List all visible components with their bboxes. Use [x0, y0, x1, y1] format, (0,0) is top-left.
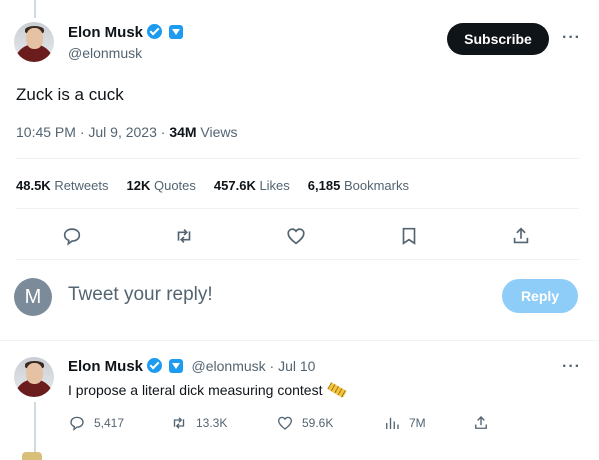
- divider: [16, 158, 579, 159]
- views-label: Views: [196, 124, 238, 140]
- ruler-emoji-icon: [327, 382, 348, 398]
- divider: [16, 208, 579, 209]
- divider: [0, 340, 599, 341]
- reply-stat-replies[interactable]: 5,417: [68, 414, 124, 432]
- reply-more-options-icon[interactable]: ···: [562, 358, 581, 376]
- stat-retweets[interactable]: 48.5K Retweets: [16, 178, 109, 193]
- author-handle[interactable]: @elonmusk: [68, 45, 142, 61]
- affiliate-badge-icon[interactable]: [169, 359, 184, 373]
- subscribe-button[interactable]: Subscribe: [447, 23, 549, 55]
- affiliate-badge-icon[interactable]: [169, 25, 184, 39]
- retweet-icon: [173, 417, 185, 429]
- reply-author-name[interactable]: Elon Musk @elonmusk · Jul 10: [68, 358, 315, 375]
- views-chart-icon: [386, 417, 399, 429]
- stat-bookmarks[interactable]: 6,185 Bookmarks: [308, 178, 409, 193]
- retweet-icon[interactable]: [173, 225, 195, 247]
- more-options-icon[interactable]: ···: [562, 29, 581, 47]
- reply-tweet-text: I propose a literal dick measuring conte…: [68, 382, 348, 398]
- reply-icon: [70, 416, 84, 431]
- reply-input[interactable]: Tweet your reply!: [68, 284, 213, 306]
- reply-handle-date[interactable]: @elonmusk · Jul 10: [192, 358, 316, 374]
- reply-icon[interactable]: [61, 225, 83, 247]
- thread-line-bottom: [34, 402, 36, 457]
- reply-tweet-avatar[interactable]: [14, 357, 54, 397]
- tweet-meta: 10:45 PM · Jul 9, 2023 · 34M Views: [16, 124, 238, 140]
- reply-share-icon[interactable]: [472, 414, 490, 432]
- stat-likes[interactable]: 457.6K Likes: [214, 178, 290, 193]
- reply-stat-retweets[interactable]: 13.3K: [170, 414, 227, 432]
- reply-stat-likes[interactable]: 59.6K: [276, 414, 333, 432]
- divider: [16, 259, 579, 260]
- views-count: 34M: [169, 124, 197, 140]
- verified-badge-icon[interactable]: [147, 358, 163, 373]
- avatar[interactable]: [14, 22, 54, 62]
- like-icon: [277, 416, 293, 430]
- thread-line-top: [34, 0, 36, 18]
- stat-quotes[interactable]: 12K Quotes: [127, 178, 196, 193]
- bookmark-icon[interactable]: [398, 225, 420, 247]
- next-tweet-partial: [22, 452, 42, 460]
- like-icon[interactable]: [285, 225, 307, 247]
- verified-badge-icon[interactable]: [147, 24, 163, 39]
- reply-avatar: M: [14, 278, 52, 316]
- stats-row: 48.5K Retweets 12K Quotes 457.6K Likes 6…: [16, 178, 409, 193]
- author-name[interactable]: Elon Musk: [68, 24, 184, 41]
- tweet-time[interactable]: 10:45 PM · Jul 9, 2023 ·: [16, 124, 169, 140]
- reply-button[interactable]: Reply: [502, 279, 578, 313]
- tweet-text: Zuck is a cuck: [16, 85, 124, 104]
- share-icon[interactable]: [510, 225, 532, 247]
- reply-stat-views[interactable]: 7M: [383, 414, 426, 432]
